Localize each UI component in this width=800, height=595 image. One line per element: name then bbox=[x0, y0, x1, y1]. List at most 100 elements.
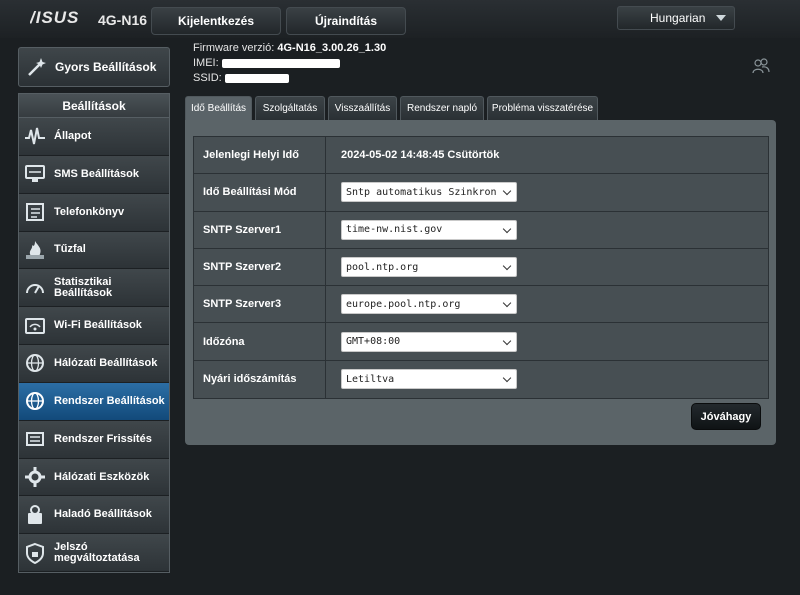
firmware-label: Firmware verzió: bbox=[193, 42, 275, 54]
sidebar-item-firewall[interactable]: Tűzfal bbox=[19, 231, 169, 270]
tab-restore[interactable]: Visszaállítás bbox=[328, 96, 397, 120]
sidebar-item-label: Telefonkönyv bbox=[54, 205, 125, 218]
language-value: Hungarian bbox=[650, 11, 706, 25]
sidebar-item-label: Jelszó megváltoztatása bbox=[54, 540, 140, 564]
globe-icon bbox=[26, 354, 44, 373]
phonebook-icon bbox=[26, 203, 44, 222]
table-row: Idő Beállítási Mód Sntp automatikus Szin… bbox=[194, 174, 768, 212]
sidebar-item-label: Állapot bbox=[54, 129, 92, 142]
sntp-server1-select[interactable]: time-nw.nist.gov bbox=[341, 219, 517, 240]
tab-system-log[interactable]: Rendszer napló bbox=[400, 96, 484, 120]
chevron-down-icon bbox=[502, 261, 512, 271]
imei-label: IMEI: bbox=[193, 57, 219, 69]
sntp-server1-label: SNTP Szerver1 bbox=[194, 211, 326, 248]
firmware-info: Firmware verzió: 4G-N16_3.00.26_1.30 bbox=[193, 42, 386, 54]
sntp-server2-value: pool.ntp.org bbox=[346, 261, 419, 273]
sntp-server2-label: SNTP Szerver2 bbox=[194, 248, 326, 286]
ssid-redacted bbox=[224, 73, 289, 83]
timezone-label: Időzóna bbox=[194, 323, 326, 360]
sidebar-item-sms[interactable]: SMS Beállítások bbox=[19, 155, 169, 194]
timezone-select[interactable]: GMT+08:00 bbox=[341, 331, 517, 352]
chevron-down-icon bbox=[502, 224, 512, 233]
sidebar-item-system-settings[interactable]: Rendszer Beállítások bbox=[19, 382, 169, 421]
sidebar-item-label: Tűzfal bbox=[54, 243, 86, 256]
quick-setup-label: Gyors Beállítások bbox=[55, 60, 157, 74]
people-icon[interactable] bbox=[752, 58, 770, 74]
table-row: SNTP Szerver1 time-nw.nist.gov bbox=[194, 211, 768, 249]
imei-info: IMEI: bbox=[193, 57, 340, 69]
chevron-down-icon bbox=[502, 299, 512, 308]
wand-icon bbox=[28, 58, 46, 76]
sidebar-item-advanced[interactable]: Haladó Beállítások bbox=[19, 496, 169, 535]
reboot-button[interactable]: Újraindítás bbox=[286, 7, 406, 35]
current-time-value: 2024-05-02 14:48:45 Csütörtök bbox=[341, 149, 500, 162]
table-row: SNTP Szerver3 europe.pool.ntp.org bbox=[194, 286, 768, 324]
sntp-server3-select[interactable]: europe.pool.ntp.org bbox=[341, 294, 517, 315]
network-tools-icon bbox=[25, 467, 45, 488]
table-row: Időzóna GMT+08:00 bbox=[194, 323, 768, 361]
chevron-down-icon bbox=[502, 374, 512, 383]
wifi-icon bbox=[25, 317, 45, 334]
status-wave-icon bbox=[25, 128, 45, 145]
tab-service[interactable]: Szolgáltatás bbox=[255, 96, 325, 120]
sidebar-item-label: Statisztikai Beállítások bbox=[54, 275, 113, 299]
sidebar-item-phonebook[interactable]: Telefonkönyv bbox=[19, 193, 169, 232]
sidebar-item-label: Hálózati Beállítások bbox=[54, 356, 158, 369]
chevron-down-icon bbox=[502, 187, 512, 196]
sidebar-item-label: Haladó Beállítások bbox=[54, 508, 152, 521]
top-bar: /ISUS 4G-N16 Kijelentkezés Újraindítás H… bbox=[0, 0, 800, 38]
quick-setup-button[interactable]: Gyors Beállítások bbox=[18, 47, 170, 87]
timezone-value: GMT+08:00 bbox=[346, 336, 401, 348]
ssid-label: SSID: bbox=[193, 72, 222, 84]
ssid-info: SSID: bbox=[193, 72, 289, 84]
sidebar-item-wifi[interactable]: Wi-Fi Beállítások bbox=[19, 307, 169, 346]
table-row: Jelenlegi Helyi Idő 2024-05-02 14:48:45 … bbox=[194, 137, 768, 175]
sidebar-item-label: Rendszer Beállítások bbox=[54, 394, 165, 407]
sidebar-item-network[interactable]: Hálózati Beállítások bbox=[19, 345, 169, 383]
sidebar-item-label: SMS Beállítások bbox=[54, 167, 139, 180]
sntp-server3-label: SNTP Szerver3 bbox=[194, 286, 326, 323]
chevron-down-icon bbox=[716, 15, 726, 21]
upgrade-icon bbox=[26, 432, 44, 447]
time-settings-panel: Jelenlegi Helyi Idő 2024-05-02 14:48:45 … bbox=[185, 120, 776, 445]
svg-text:/ISUS: /ISUS bbox=[30, 9, 79, 25]
sidebar-item-status[interactable]: Állapot bbox=[19, 118, 169, 156]
firewall-icon bbox=[26, 240, 44, 259]
table-row: SNTP Szerver2 pool.ntp.org bbox=[194, 248, 768, 287]
sidebar-item-upgrade[interactable]: Rendszer Frissítés bbox=[19, 420, 169, 459]
time-mode-select[interactable]: Sntp automatikus Szinkron bbox=[341, 182, 517, 203]
sntp-server1-value: time-nw.nist.gov bbox=[346, 224, 443, 236]
tab-feedback[interactable]: Probléma visszatérése bbox=[487, 96, 598, 120]
sntp-server2-select[interactable]: pool.ntp.org bbox=[341, 257, 517, 278]
firmware-value: 4G-N16_3.00.26_1.30 bbox=[277, 42, 387, 54]
imei-redacted bbox=[221, 58, 340, 68]
table-row: Nyári időszámítás Letiltva bbox=[194, 360, 768, 399]
sidebar-item-password[interactable]: Jelszó megváltoztatása bbox=[19, 534, 169, 573]
dst-label: Nyári időszámítás bbox=[194, 360, 326, 399]
statistics-icon bbox=[26, 283, 44, 294]
tab-time-settings[interactable]: Idő Beállítás bbox=[185, 96, 252, 120]
model-name: 4G-N16 bbox=[98, 12, 148, 28]
dst-select[interactable]: Letiltva bbox=[341, 369, 517, 390]
asus-logo-icon: /ISUS bbox=[29, 8, 79, 27]
system-globe-icon bbox=[26, 392, 44, 411]
time-mode-label: Idő Beállítási Mód bbox=[194, 174, 326, 211]
chevron-down-icon bbox=[502, 336, 512, 345]
sidebar-menu: Állapot SMS Beállítások Telefonkönyv Tűz… bbox=[18, 117, 170, 574]
sidebar-item-statistics[interactable]: Statisztikai Beállítások bbox=[19, 269, 169, 308]
lock-icon bbox=[26, 542, 44, 564]
sntp-server3-value: europe.pool.ntp.org bbox=[346, 298, 461, 310]
sidebar-item-label: Hálózati Eszközök bbox=[54, 470, 150, 483]
sidebar-item-label: Rendszer Frissítés bbox=[54, 432, 152, 445]
asus-logo: /ISUS bbox=[29, 8, 92, 31]
sidebar-item-network-tools[interactable]: Hálózati Eszközök bbox=[19, 458, 169, 497]
language-select[interactable]: Hungarian bbox=[617, 6, 735, 30]
apply-button[interactable]: Jóváhagy bbox=[691, 403, 761, 430]
settings-table: Jelenlegi Helyi Idő 2024-05-02 14:48:45 … bbox=[193, 136, 769, 400]
time-mode-value: Sntp automatikus Szinkron bbox=[346, 186, 497, 198]
dst-value: Letiltva bbox=[346, 373, 395, 385]
current-time-label: Jelenlegi Helyi Idő bbox=[194, 137, 326, 174]
settings-section-title: Beállítások bbox=[18, 93, 170, 117]
logout-button[interactable]: Kijelentkezés bbox=[151, 7, 281, 35]
advanced-settings-icon bbox=[28, 504, 42, 524]
